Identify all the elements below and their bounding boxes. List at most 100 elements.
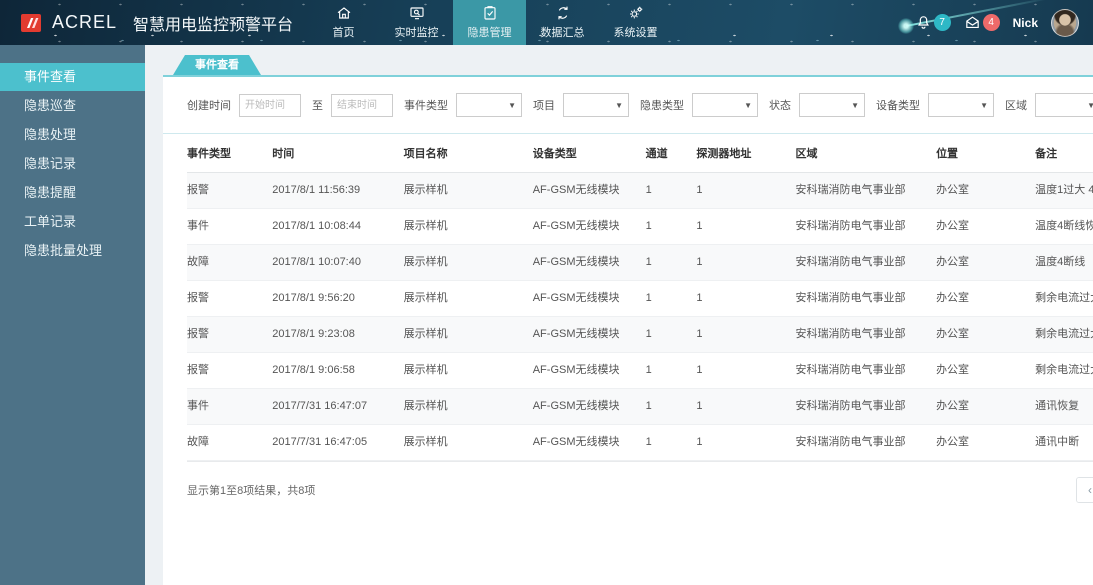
home-icon xyxy=(336,5,352,21)
table-cell: 事件 xyxy=(187,389,272,425)
table-cell: 故障 xyxy=(187,425,272,461)
hazard-type-select[interactable]: ▼ xyxy=(692,93,758,117)
table-cell: 2017/7/31 16:47:07 xyxy=(272,389,403,425)
main-nav: 首页 实时监控 隐患管理 数据汇总 xyxy=(307,0,672,45)
table-row[interactable]: 故障2017/8/1 10:07:40展示样机AF-GSM无线模块11安科瑞消防… xyxy=(187,245,1093,281)
table-cell: 2017/7/31 16:47:05 xyxy=(272,425,403,461)
col-location: 位置 xyxy=(936,134,1035,173)
sidebar-item-event-view[interactable]: 事件查看 xyxy=(0,63,145,91)
table-cell: AF-GSM无线模块 xyxy=(533,173,646,209)
data-sync-icon xyxy=(555,5,571,21)
monitor-search-icon xyxy=(409,5,425,21)
table-row[interactable]: 事件2017/8/1 10:08:44展示样机AF-GSM无线模块11安科瑞消防… xyxy=(187,209,1093,245)
messages-mail[interactable]: 4 xyxy=(964,14,1000,31)
bell-badge: 7 xyxy=(934,14,951,31)
project-select[interactable]: ▼ xyxy=(563,93,629,117)
table-cell: AF-GSM无线模块 xyxy=(533,281,646,317)
table-cell: 1 xyxy=(646,317,697,353)
sidebar-item-hazard-batch[interactable]: 隐患批量处理 xyxy=(0,237,145,265)
user-name[interactable]: Nick xyxy=(1013,16,1038,30)
table-row[interactable]: 报警2017/8/1 9:06:58展示样机AF-GSM无线模块11安科瑞消防电… xyxy=(187,353,1093,389)
device-type-select[interactable]: ▼ xyxy=(928,93,994,117)
table-row[interactable]: 报警2017/8/1 11:56:39展示样机AF-GSM无线模块11安科瑞消防… xyxy=(187,173,1093,209)
table-cell: 1 xyxy=(696,317,795,353)
table-cell: 1 xyxy=(696,389,795,425)
table-cell: 展示样机 xyxy=(404,209,533,245)
table-cell: 安科瑞消防电气事业部 xyxy=(795,389,936,425)
nav-item-realtime-monitor[interactable]: 实时监控 xyxy=(380,0,453,45)
notifications-bell[interactable]: 7 xyxy=(915,14,951,31)
col-channel: 通道 xyxy=(646,134,697,173)
table-cell: 展示样机 xyxy=(404,353,533,389)
page-title: 智慧用电监控预警平台 xyxy=(133,11,293,35)
nav-item-system-settings[interactable]: 系统设置 xyxy=(599,0,672,45)
sidebar-item-hazard-records[interactable]: 隐患记录 xyxy=(0,150,145,178)
table-cell: AF-GSM无线模块 xyxy=(533,353,646,389)
col-event-type: 事件类型 xyxy=(187,134,272,173)
sidebar-item-hazard-reminder[interactable]: 隐患提醒 xyxy=(0,179,145,207)
chevron-down-icon: ▼ xyxy=(851,101,859,110)
col-time: 时间 xyxy=(272,134,403,173)
sidebar-item-hazard-inspection[interactable]: 隐患巡查 xyxy=(0,92,145,120)
sidebar-item-work-orders[interactable]: 工单记录 xyxy=(0,208,145,236)
nav-label: 系统设置 xyxy=(614,24,658,40)
tab-event-view[interactable]: 事件查看 xyxy=(173,55,261,75)
chevron-down-icon: ▼ xyxy=(1087,101,1093,110)
status-select[interactable]: ▼ xyxy=(799,93,865,117)
table-cell: 1 xyxy=(646,209,697,245)
table-cell: 报警 xyxy=(187,353,272,389)
start-time-input[interactable] xyxy=(239,94,301,117)
table-cell: 剩余电流过大 1375mA xyxy=(1035,353,1093,389)
table-cell: 通讯中断 xyxy=(1035,425,1093,461)
table-cell: 报警 xyxy=(187,281,272,317)
table-cell: 展示样机 xyxy=(404,173,533,209)
table-cell: AF-GSM无线模块 xyxy=(533,209,646,245)
table-cell: 1 xyxy=(646,389,697,425)
pagination-prev-button[interactable]: ‹ xyxy=(1077,478,1093,502)
table-cell: 安科瑞消防电气事业部 xyxy=(795,173,936,209)
brand-name: ACREL xyxy=(52,12,117,33)
header-right: 7 4 Nick xyxy=(915,0,1093,45)
table-cell: 展示样机 xyxy=(404,425,533,461)
event-type-select[interactable]: ▼ xyxy=(456,93,522,117)
end-time-input[interactable] xyxy=(331,94,393,117)
table-row[interactable]: 事件2017/7/31 16:47:07展示样机AF-GSM无线模块11安科瑞消… xyxy=(187,389,1093,425)
table-cell: 温度1过大 45.0℃ xyxy=(1035,173,1093,209)
sidebar-item-hazard-handling[interactable]: 隐患处理 xyxy=(0,121,145,149)
mail-icon xyxy=(964,14,981,31)
nav-item-home[interactable]: 首页 xyxy=(307,0,380,45)
user-avatar[interactable] xyxy=(1051,9,1079,37)
table-cell: 1 xyxy=(696,281,795,317)
nav-label: 实时监控 xyxy=(395,24,439,40)
chevron-down-icon: ▼ xyxy=(744,101,752,110)
table-cell: 安科瑞消防电气事业部 xyxy=(795,425,936,461)
table-cell: 1 xyxy=(646,425,697,461)
table-cell: 故障 xyxy=(187,245,272,281)
sidebar: 事件查看 隐患巡查 隐患处理 隐患记录 隐患提醒 工单记录 隐患批量处理 xyxy=(0,45,145,585)
table-cell: 2017/8/1 9:06:58 xyxy=(272,353,403,389)
table-cell: 展示样机 xyxy=(404,245,533,281)
table-row[interactable]: 报警2017/8/1 9:23:08展示样机AF-GSM无线模块11安科瑞消防电… xyxy=(187,317,1093,353)
nav-item-hazard-management[interactable]: 隐患管理 xyxy=(453,0,526,45)
filter-bar: 创建时间 至 事件类型 ▼ 项目 ▼ 隐患类型 ▼ 状态 ▼ 设备类型 ▼ 区域… xyxy=(163,77,1093,134)
table-cell: 1 xyxy=(646,173,697,209)
chevron-down-icon: ▼ xyxy=(980,101,988,110)
col-device-type: 设备类型 xyxy=(533,134,646,173)
project-label: 项目 xyxy=(533,97,555,113)
table-cell: 温度4断线 xyxy=(1035,245,1093,281)
hazard-type-label: 隐患类型 xyxy=(640,97,684,113)
table-cell: 安科瑞消防电气事业部 xyxy=(795,245,936,281)
nav-item-data-summary[interactable]: 数据汇总 xyxy=(526,0,599,45)
table-row[interactable]: 故障2017/7/31 16:47:05展示样机AF-GSM无线模块11安科瑞消… xyxy=(187,425,1093,461)
table-cell: 展示样机 xyxy=(404,389,533,425)
table-cell: 2017/8/1 11:56:39 xyxy=(272,173,403,209)
gears-icon xyxy=(628,5,644,21)
table-row[interactable]: 报警2017/8/1 9:56:20展示样机AF-GSM无线模块11安科瑞消防电… xyxy=(187,281,1093,317)
table-cell: 2017/8/1 10:08:44 xyxy=(272,209,403,245)
nav-label: 首页 xyxy=(333,24,355,40)
table-footer: 显示第1至8项结果，共8项 ‹ 1 › xyxy=(187,461,1093,503)
table-cell: 办公室 xyxy=(936,317,1035,353)
table-cell: 办公室 xyxy=(936,281,1035,317)
table-cell: 1 xyxy=(696,173,795,209)
region-select[interactable]: ▼ xyxy=(1035,93,1093,117)
